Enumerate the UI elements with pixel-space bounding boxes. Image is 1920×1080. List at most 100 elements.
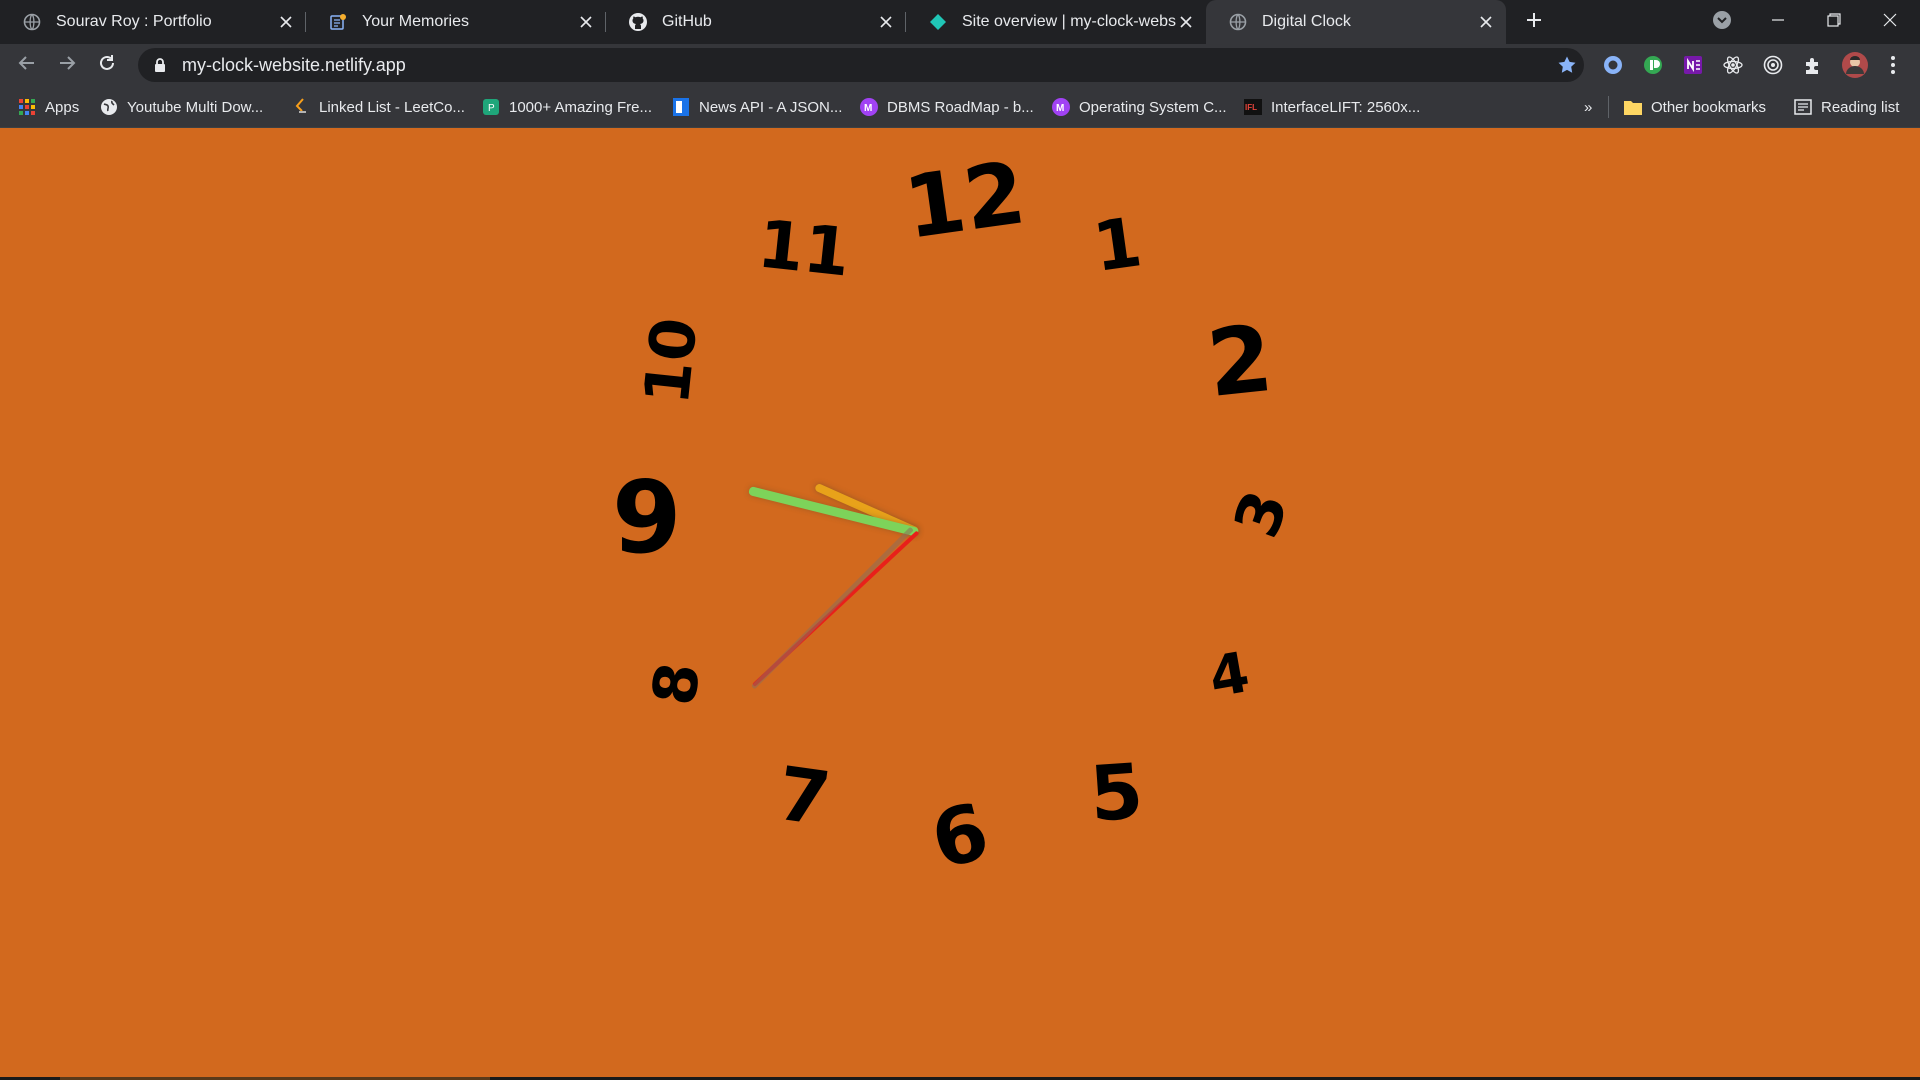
bookmark-amazing-free[interactable]: P 1000+ Amazing Fre...: [482, 94, 652, 120]
clock-numeral-11: 11: [754, 205, 854, 292]
clock-numeral-8: 8: [639, 658, 715, 710]
reading-list-button[interactable]: Reading list: [1794, 94, 1899, 120]
close-window-button[interactable]: [1862, 0, 1918, 44]
tab-title: Site overview | my-clock-website: [962, 13, 1176, 30]
tab-github[interactable]: GitHub: [606, 0, 906, 44]
bookmark-label: DBMS RoadMap - b...: [887, 98, 1034, 116]
bookmark-label: News API - A JSON...: [699, 98, 843, 116]
bookmark-label: Reading list: [1821, 98, 1900, 116]
onenote-icon[interactable]: [1680, 52, 1706, 78]
forward-button[interactable]: [52, 50, 82, 80]
ifl-icon: IFL: [1244, 98, 1262, 116]
svg-text:IFL: IFL: [1245, 103, 1257, 112]
bookmark-interfacelift[interactable]: IFL InterfaceLIFT: 2560x...: [1244, 94, 1420, 120]
clock-numeral-4: 4: [1204, 640, 1255, 711]
freepik-icon: P: [482, 98, 500, 116]
github-icon: [628, 12, 648, 32]
bookmark-label: Linked List - LeetCo...: [319, 98, 465, 116]
lock-icon[interactable]: [152, 57, 168, 73]
svg-text:M: M: [1056, 103, 1064, 114]
close-tab-icon[interactable]: [276, 12, 296, 32]
tab-strip: Sourav Roy : Portfolio Your Memories Git…: [0, 0, 1920, 44]
tab-your-memories[interactable]: Your Memories: [306, 0, 606, 44]
globe-icon: [100, 98, 118, 116]
extensions-puzzle-icon[interactable]: [1800, 52, 1826, 78]
clock-numeral-2: 2: [1202, 304, 1278, 419]
tab-title: Your Memories: [362, 13, 470, 30]
globe-icon: [1228, 12, 1248, 32]
avatar[interactable]: [1840, 50, 1870, 80]
reading-list-icon: [1794, 98, 1812, 116]
apps-grid-icon: [18, 98, 36, 116]
chevron-down-icon: [1712, 10, 1732, 35]
bookmark-youtube-multi[interactable]: Youtube Multi Dow...: [100, 94, 263, 120]
tab-search-button[interactable]: [1694, 0, 1750, 44]
clock-numeral-10: 10: [629, 314, 712, 408]
close-tab-icon[interactable]: [1176, 12, 1196, 32]
bookmark-news-api[interactable]: News API - A JSON...: [672, 94, 842, 120]
netlify-icon: [928, 12, 948, 32]
m-icon: M: [860, 98, 878, 116]
toolbar: my-clock-website.netlify.app: [0, 44, 1920, 86]
svg-text:M: M: [864, 103, 872, 114]
close-tab-icon[interactable]: [876, 12, 896, 32]
bookmark-label: InterfaceLIFT: 2560x...: [1271, 98, 1421, 116]
tab-title: Sourav Roy : Portfolio: [56, 13, 212, 30]
bookmark-star-icon[interactable]: [1550, 48, 1584, 82]
svg-text:P: P: [488, 103, 495, 114]
target-extension-icon[interactable]: [1760, 52, 1786, 78]
close-icon: [1883, 13, 1897, 32]
extension-ring-icon[interactable]: [1600, 52, 1626, 78]
bookmark-linked-list-leetcode[interactable]: Linked List - LeetCo...: [292, 94, 465, 120]
restore-button[interactable]: [1806, 0, 1862, 44]
clock-numeral-1: 1: [1088, 203, 1147, 288]
bookmarks-overflow-button[interactable]: »: [1584, 94, 1592, 120]
react-devtools-icon[interactable]: [1720, 52, 1746, 78]
clock-numeral-9: 9: [612, 459, 682, 576]
tab-title: Digital Clock: [1262, 13, 1351, 30]
reload-button[interactable]: [92, 50, 122, 80]
address-bar[interactable]: my-clock-website.netlify.app: [138, 48, 1584, 82]
clock-numeral-12: 12: [898, 143, 1032, 259]
folder-icon: [1624, 98, 1642, 116]
extension-green-icon[interactable]: [1640, 52, 1666, 78]
back-button[interactable]: [12, 50, 42, 80]
globe-icon: [22, 12, 42, 32]
bookmark-label: Youtube Multi Dow...: [127, 98, 264, 116]
bookmark-apps[interactable]: Apps: [18, 94, 79, 120]
memories-icon: [328, 12, 348, 32]
bookmark-label: Other bookmarks: [1651, 98, 1767, 116]
clock-numeral-3: 3: [1219, 481, 1303, 547]
m-icon: M: [1052, 98, 1070, 116]
bookmark-label: Apps: [45, 98, 80, 116]
arrow-right-icon: [58, 54, 76, 77]
menu-kebab-icon[interactable]: [1880, 52, 1906, 78]
url-text[interactable]: my-clock-website.netlify.app: [182, 55, 1550, 76]
overflow-chevron: »: [1584, 98, 1593, 116]
tab-title: GitHub: [662, 13, 712, 30]
restore-icon: [1827, 12, 1841, 32]
close-tab-icon[interactable]: [1476, 12, 1496, 32]
plus-icon: [1526, 12, 1542, 33]
bookmark-operating-system[interactable]: M Operating System C...: [1052, 94, 1227, 120]
bookmark-other-bookmarks[interactable]: Other bookmarks: [1624, 94, 1766, 120]
reload-icon: [98, 54, 116, 77]
close-tab-icon[interactable]: [576, 12, 596, 32]
tab-site-overview[interactable]: Site overview | my-clock-website: [906, 0, 1206, 44]
bookmarks-bar: Apps Youtube Multi Dow... Linked List - …: [0, 86, 1920, 128]
bookmark-dbms-roadmap[interactable]: M DBMS RoadMap - b...: [860, 94, 1034, 120]
bookmarks-separator: [1608, 96, 1609, 118]
newsapi-icon: [672, 98, 690, 116]
clock-numeral-5: 5: [1086, 746, 1146, 839]
page-content: 12 1 2 3 4 5 6 7 8 9 10 11: [0, 128, 1920, 1080]
minimize-button[interactable]: [1750, 0, 1806, 44]
tab-digital-clock[interactable]: Digital Clock: [1206, 0, 1506, 44]
bookmark-label: Operating System C...: [1079, 98, 1227, 116]
bookmark-label: 1000+ Amazing Fre...: [509, 98, 652, 116]
analog-clock: 12 1 2 3 4 5 6 7 8 9 10 11: [0, 128, 1920, 1080]
tab-portfolio[interactable]: Sourav Roy : Portfolio: [0, 0, 306, 44]
minimize-icon: [1771, 13, 1785, 32]
new-tab-button[interactable]: [1520, 8, 1548, 36]
clock-numeral-7: 7: [772, 750, 836, 844]
clock-numeral-6: 6: [922, 786, 998, 888]
